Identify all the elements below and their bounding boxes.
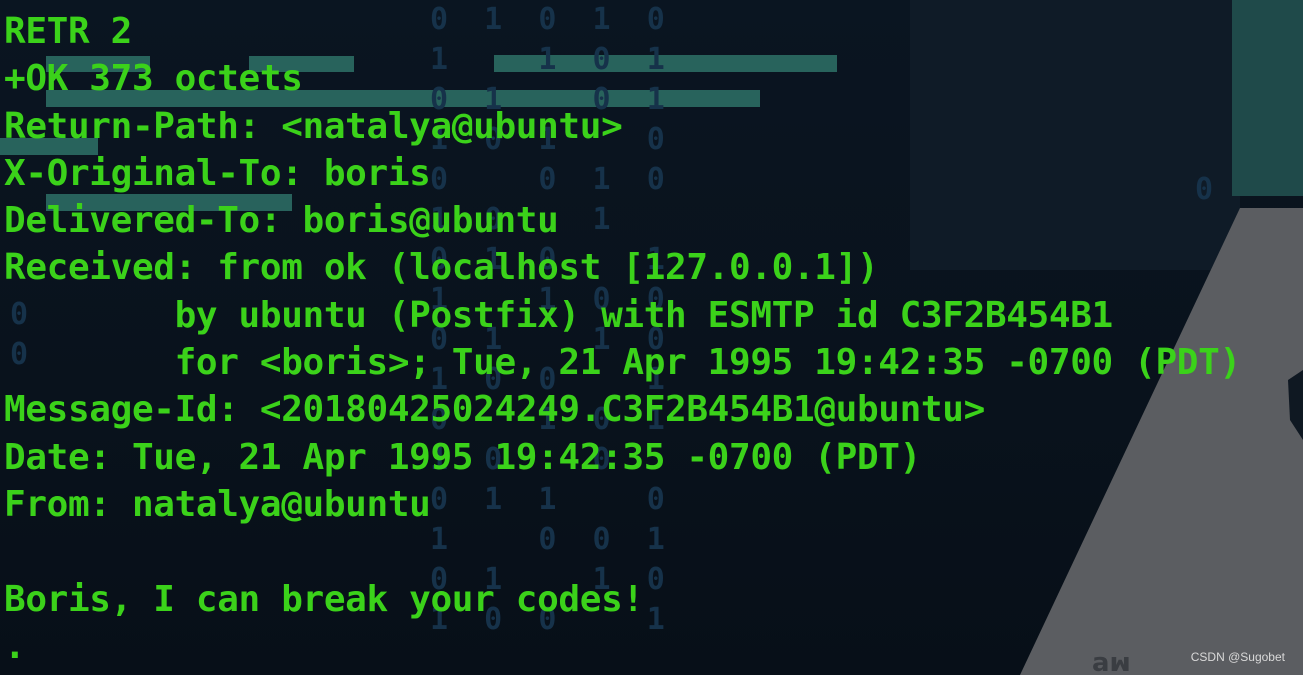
terminal-line: +OK 373 octets [4, 58, 303, 100]
terminal-line: . [4, 625, 26, 667]
background-teal-block [1232, 0, 1303, 196]
terminal-output: RETR 2 +OK 373 octets Return-Path: <nataly… [4, 8, 1241, 670]
terminal-line: for <boris>; Tue, 21 Apr 1995 19:42:35 -… [4, 342, 1242, 384]
terminal-line: Return-Path: <natalya@ubuntu> [4, 105, 623, 147]
watermark-credit: CSDN @Sugobet [1190, 650, 1285, 664]
terminal-screenshot: 0 1 0 1 0 1 1 0 1 0 1 0 1 1 0 1 0 0 0 1 … [0, 0, 1303, 675]
terminal-line: RETR 2 [4, 11, 132, 52]
terminal-line: X-Original-To: boris [4, 152, 431, 194]
terminal-line: Delivered-To: boris@ubuntu [4, 200, 559, 242]
terminal-line: Message-Id: <20180425024249.C3F2B454B1@u… [4, 389, 985, 431]
terminal-line: by ubuntu (Postfix) with ESMTP id C3F2B4… [4, 294, 1114, 336]
terminal-line: From: natalya@ubuntu [4, 483, 431, 525]
terminal-line: Boris, I can break your codes! [4, 578, 644, 620]
terminal-line: Date: Tue, 21 Apr 1995 19:42:35 -0700 (P… [4, 436, 921, 478]
terminal-line: Received: from ok (localhost [127.0.0.1]… [4, 247, 879, 289]
